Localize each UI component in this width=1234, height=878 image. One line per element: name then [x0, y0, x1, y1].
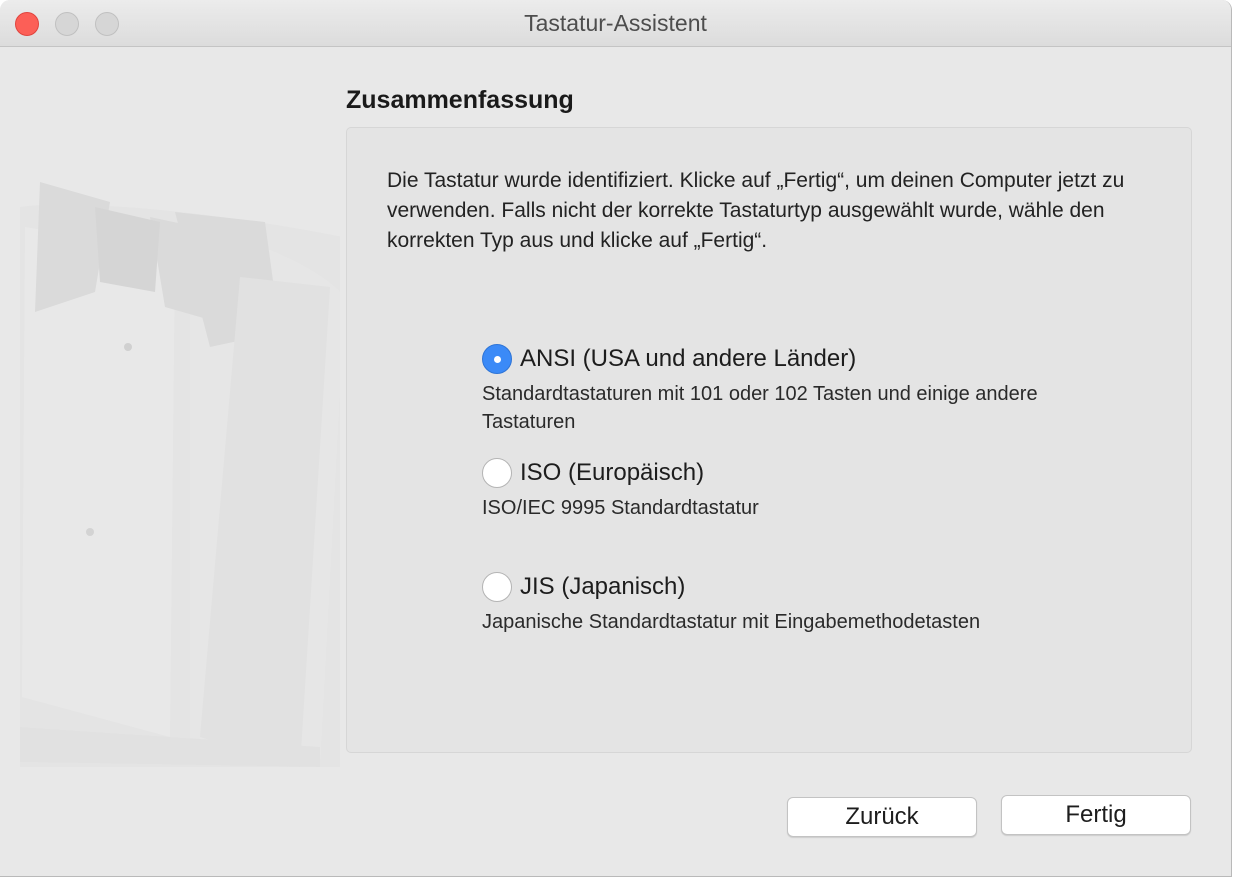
option-jis[interactable]: JIS (Japanisch) Japanische Standardtasta…	[482, 570, 1102, 636]
radio-iso[interactable]	[482, 458, 512, 488]
radio-jis[interactable]	[482, 572, 512, 602]
window-title: Tastatur-Assistent	[524, 10, 707, 36]
tuxedo-illustration	[20, 182, 340, 767]
done-button[interactable]: Fertig	[1001, 795, 1191, 835]
title-bar: Tastatur-Assistent	[0, 0, 1231, 47]
option-description: Standardtastaturen mit 101 oder 102 Tast…	[482, 383, 1038, 433]
radio-ansi[interactable]	[482, 344, 512, 374]
option-label[interactable]: ISO (Europäisch)	[520, 459, 704, 487]
section-title: Zusammenfassung	[346, 86, 574, 114]
summary-text: Die Tastatur wurde identifiziert. Klicke…	[387, 169, 1125, 252]
option-description: ISO/IEC 9995 Standardtastatur	[482, 497, 759, 519]
option-iso[interactable]: ISO (Europäisch) ISO/IEC 9995 Standardta…	[482, 456, 1102, 522]
keyboard-assistant-window: Tastatur-Assistent Zusammenfassung Die T…	[0, 0, 1232, 877]
option-label[interactable]: JIS (Japanisch)	[520, 573, 685, 601]
summary-panel: Die Tastatur wurde identifiziert. Klicke…	[346, 127, 1192, 753]
option-ansi[interactable]: ANSI (USA und andere Länder) Standardtas…	[482, 342, 1102, 436]
back-button[interactable]: Zurück	[787, 797, 977, 837]
option-description: Japanische Standardtastatur mit Eingabem…	[482, 611, 981, 633]
option-label[interactable]: ANSI (USA und andere Länder)	[520, 345, 856, 373]
